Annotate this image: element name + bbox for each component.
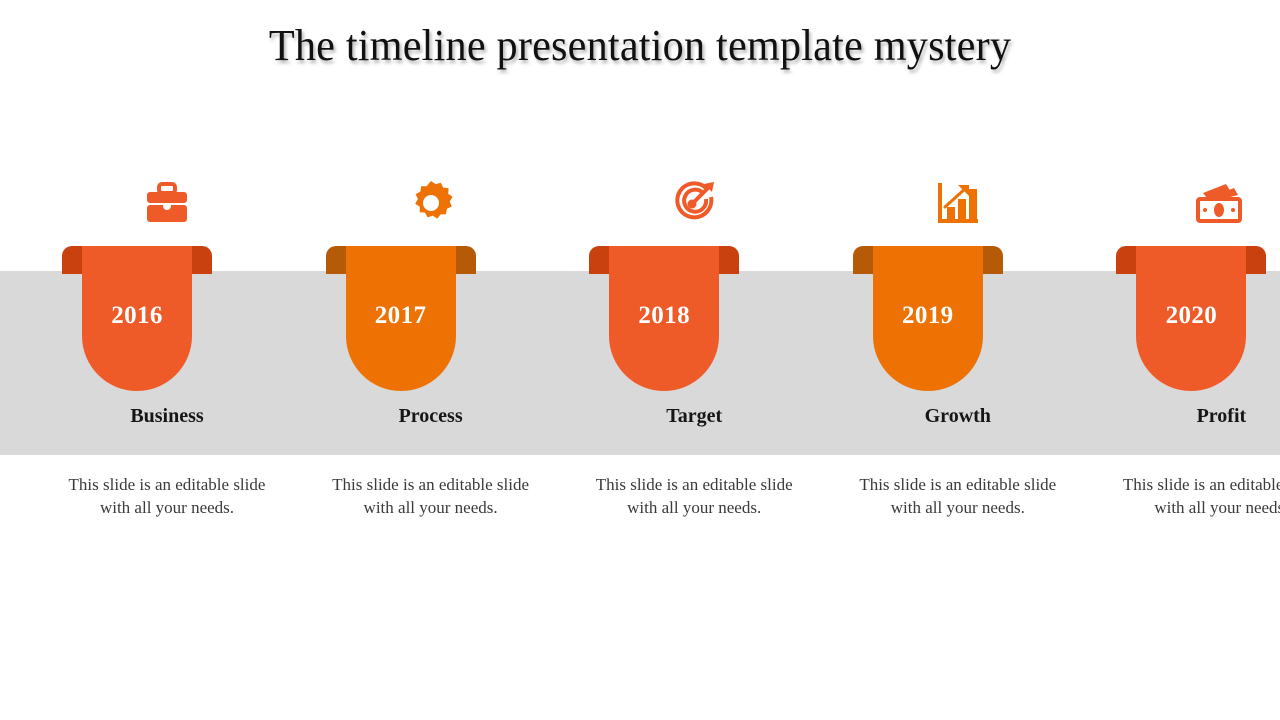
timeline-steps: 2016 Business This slide is an editable …: [0, 0, 1280, 720]
badge-year: 2019: [901, 302, 954, 329]
year-badge[interactable]: 2016: [51, 246, 283, 391]
timeline-step[interactable]: 2016 Business This slide is an editable …: [61, 0, 293, 720]
badge-year: 2016: [111, 302, 163, 329]
step-description: This slide is an editable slide with all…: [68, 475, 266, 517]
timeline-step[interactable]: 2017 Process This slide is an editable s…: [293, 0, 529, 720]
timeline-step[interactable]: 2020 Profit This slide is an editable sl…: [987, 0, 1280, 720]
step-label: Business: [130, 405, 204, 427]
step-label: Process: [398, 405, 463, 427]
badge-year: 2020: [1165, 302, 1218, 329]
badge-year: 2018: [638, 302, 690, 329]
briefcase-icon: [51, 176, 283, 230]
gear-icon: [315, 176, 547, 230]
timeline-step[interactable]: 2019 Growth This slide is an editable sl…: [756, 0, 1056, 720]
step-description: This slide is an editable slide with all…: [1122, 475, 1280, 517]
year-badge[interactable]: 2017: [315, 246, 547, 391]
step-label: Profit: [1196, 405, 1247, 427]
timeline-step[interactable]: 2018 Target This slide is an editable sl…: [524, 0, 793, 720]
timeline-slide: The timeline presentation template myste…: [0, 0, 1280, 720]
step-description: This slide is an editable slide with all…: [332, 475, 530, 517]
year-badge[interactable]: 2020: [1105, 246, 1280, 391]
money-cash-icon: [1105, 176, 1280, 230]
badge-year: 2017: [374, 302, 427, 329]
